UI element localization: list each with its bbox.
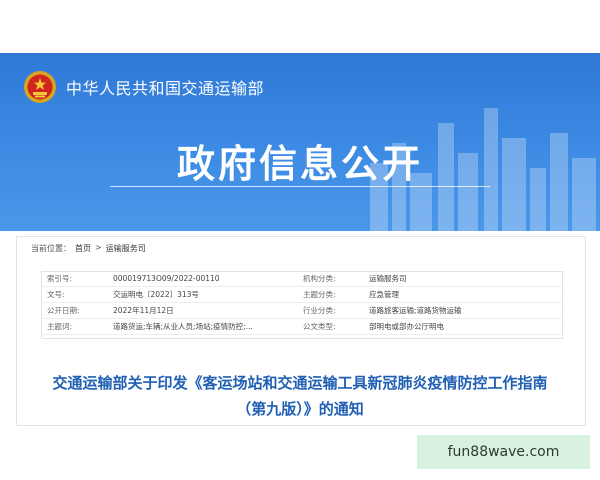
- national-emblem-icon: [24, 71, 56, 103]
- article-title-line-2: （第九版）》的通知: [236, 400, 364, 418]
- meta-value: 交运明电〔2022〕313号: [107, 286, 297, 303]
- org-name: 中华人民共和国交通运输部: [66, 79, 265, 98]
- title-divider: [110, 186, 490, 187]
- meta-value: 应急管理: [363, 286, 561, 303]
- meta-key: 文号:: [41, 286, 107, 303]
- breadcrumb-prefix: 当前位置：: [31, 244, 71, 253]
- table-row: 文号: 交运明电〔2022〕313号 主题分类: 应急管理: [41, 286, 561, 303]
- meta-value: 运输服务司: [363, 271, 561, 287]
- table-row: 索引号: 000019713O09/2022-00110 机构分类: 运输服务司: [41, 271, 561, 287]
- breadcrumb-section-link[interactable]: 运输服务司: [106, 243, 146, 254]
- meta-key: 主题分类:: [297, 286, 363, 303]
- site-brand[interactable]: 中华人民共和国交通运输部: [22, 69, 264, 105]
- meta-key: 公文类型:: [297, 318, 363, 335]
- meta-key: 公开日期:: [41, 302, 107, 319]
- meta-key: 行业分类:: [297, 302, 363, 319]
- meta-value: 道路旅客运输;道路货物运输: [363, 302, 561, 319]
- meta-key: 机构分类:: [297, 271, 363, 287]
- breadcrumb-separator: >: [95, 243, 102, 252]
- page-title: 政府信息公开: [176, 142, 423, 186]
- table-row: 主题词: 道路货运;车辆;从业人员;场站;疫情防控;... 公文类型: 部明电或…: [41, 318, 561, 335]
- watermark-badge: fun88wave.com: [417, 435, 590, 469]
- meta-value: 2022年11月12日: [107, 302, 297, 319]
- metadata-table: 索引号: 000019713O09/2022-00110 机构分类: 运输服务司…: [41, 271, 561, 335]
- article-title: 交通运输部关于印发《客运场站和交通运输工具新冠肺炎疫情防控工作指南 （第九版）》…: [0, 370, 600, 422]
- breadcrumb: 当前位置： 首页 > 运输服务司: [31, 243, 146, 254]
- table-row: 公开日期: 2022年11月12日 行业分类: 道路旅客运输;道路货物运输: [41, 302, 561, 319]
- meta-value: 000019713O09/2022-00110: [107, 271, 297, 287]
- meta-key: 主题词:: [41, 318, 107, 335]
- article-title-line-1: 交通运输部关于印发《客运场站和交通运输工具新冠肺炎疫情防控工作指南: [52, 374, 548, 392]
- header-banner: 中华人民共和国交通运输部 政府信息公开: [0, 53, 600, 231]
- meta-value: 道路货运;车辆;从业人员;场站;疫情防控;...: [107, 318, 297, 335]
- breadcrumb-home-link[interactable]: 首页: [75, 243, 91, 254]
- meta-key: 索引号:: [41, 271, 107, 287]
- meta-value: 部明电或部办公厅明电: [363, 318, 561, 335]
